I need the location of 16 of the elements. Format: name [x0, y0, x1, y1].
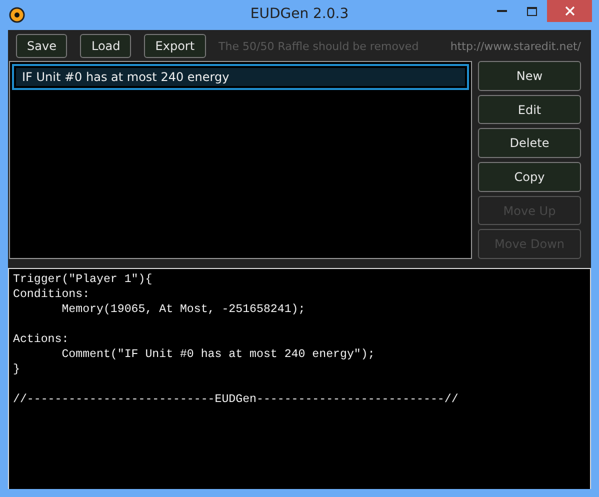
action-button[interactable]: Delete — [478, 128, 581, 158]
trigger-item[interactable]: IF Unit #0 has at most 240 energy — [12, 64, 469, 90]
action-button[interactable]: Copy — [478, 162, 581, 192]
toolbar-button[interactable]: Save — [16, 34, 68, 58]
minimize-icon — [497, 10, 507, 12]
maximize-icon — [527, 6, 537, 16]
website-link[interactable]: http://www.staredit.net/ — [450, 40, 581, 52]
close-button[interactable] — [547, 0, 592, 22]
code-text: Trigger("Player 1"){ Conditions: Memory(19065, At Most, -251658241); Actions: Comment("IF Unit #0 has at most 240 energy"); } //---------------------------EUDGen---------------------------// — [13, 272, 460, 407]
window-title: EUDGen 2.0.3 — [250, 6, 349, 22]
close-icon — [564, 6, 574, 16]
toolbar-button[interactable]: Load — [80, 34, 132, 58]
action-button[interactable]: New — [478, 61, 581, 91]
app-icon — [9, 7, 25, 23]
action-button[interactable]: Edit — [478, 94, 581, 124]
toolbar-button[interactable]: Export — [144, 34, 206, 58]
